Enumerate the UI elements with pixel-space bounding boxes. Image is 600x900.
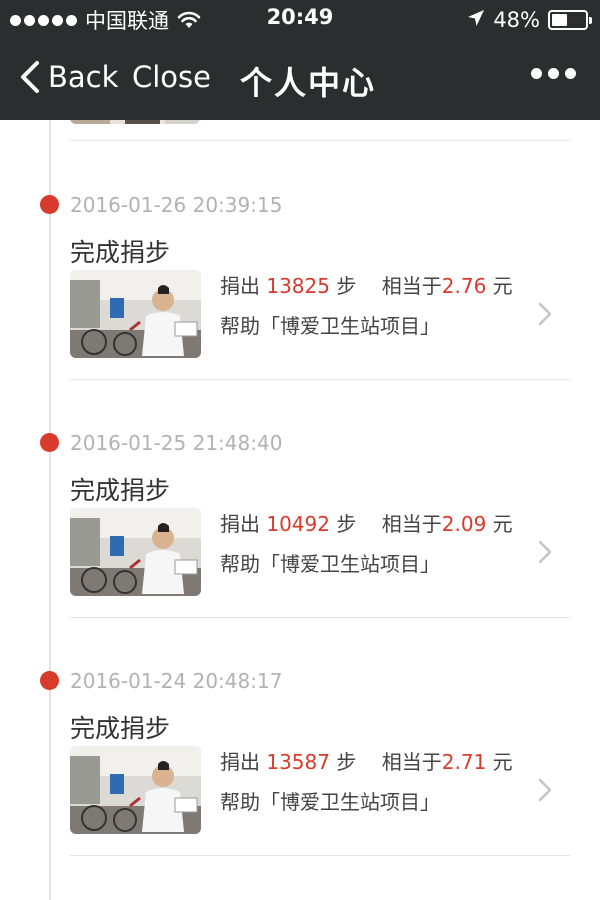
signal-dots-icon <box>10 14 77 26</box>
project-thumbnail <box>70 270 201 358</box>
steps-count: 10492 <box>266 512 330 536</box>
steps-count: 13587 <box>266 750 330 774</box>
amount-unit: 元 <box>486 512 513 536</box>
page-title: 个人中心 <box>240 64 377 102</box>
amount-value: 2.09 <box>441 512 487 536</box>
timeline-list[interactable]: 2016-01-26 20:39:15 完成捐步 捐出 13825 步 相当于2… <box>0 120 600 900</box>
status-bar: 中国联通 20:49 48% <box>0 0 600 40</box>
entry-title: 完成捐步 <box>70 238 171 267</box>
equivalent-prefix: 相当于 <box>381 274 442 298</box>
battery-fill <box>552 14 567 26</box>
chevron-right-icon <box>538 778 552 802</box>
donation-summary: 捐出 10492 步 相当于2.09 元 <box>220 508 513 537</box>
amount-unit: 元 <box>486 750 513 774</box>
location-arrow-icon <box>467 9 485 31</box>
project-thumbnail <box>70 508 201 596</box>
help-project-text: 帮助「博爱卫生站项目」 <box>220 314 440 338</box>
entry-date: 2016-01-24 20:48:17 <box>70 669 283 693</box>
project-thumbnail <box>70 746 201 834</box>
timeline-dot <box>40 671 59 690</box>
steps-unit: 步 <box>329 750 357 774</box>
donation-entry: 2016-01-24 20:48:17 完成捐步 捐出 13587 步 相当于2… <box>0 596 600 834</box>
divider <box>70 855 570 856</box>
entry-date: 2016-01-26 20:39:15 <box>70 193 283 217</box>
equivalent-prefix: 相当于 <box>381 750 442 774</box>
donate-prefix: 捐出 <box>220 750 267 774</box>
more-dots-icon[interactable] <box>531 68 576 79</box>
donation-card[interactable]: 捐出 13825 步 相当于2.76 元 帮助「博爱卫生站项目」 <box>70 270 570 358</box>
amount-value: 2.76 <box>441 274 487 298</box>
amount-value: 2.71 <box>441 750 487 774</box>
steps-unit: 步 <box>329 274 357 298</box>
chevron-right-icon <box>538 540 552 564</box>
chevron-right-icon <box>538 302 552 326</box>
donate-prefix: 捐出 <box>220 274 267 298</box>
battery-icon <box>548 10 592 30</box>
entry-title: 完成捐步 <box>70 714 171 743</box>
timeline-dot <box>40 195 59 214</box>
help-project-text: 帮助「博爱卫生站项目」 <box>220 790 440 814</box>
donation-card[interactable]: 捐出 10492 步 相当于2.09 元 帮助「博爱卫生站项目」 <box>70 508 570 596</box>
status-right: 48% <box>467 6 592 34</box>
close-button[interactable]: Close <box>132 60 211 94</box>
entry-date: 2016-01-25 21:48:40 <box>70 431 283 455</box>
steps-count: 13825 <box>266 274 330 298</box>
amount-unit: 元 <box>486 274 513 298</box>
donation-summary: 捐出 13587 步 相当于2.71 元 <box>220 746 513 775</box>
help-project-text: 帮助「博爱卫生站项目」 <box>220 552 440 576</box>
back-label: Back <box>48 60 119 94</box>
wifi-icon <box>177 10 201 30</box>
equivalent-prefix: 相当于 <box>381 512 442 536</box>
donation-entry: 2016-01-26 20:39:15 完成捐步 捐出 13825 步 相当于2… <box>0 120 600 358</box>
chevron-left-icon <box>21 61 39 93</box>
timeline-dot <box>40 433 59 452</box>
donation-entry: 2016-01-25 21:48:40 完成捐步 捐出 10492 步 相当于2… <box>0 358 600 596</box>
carrier-name: 中国联通 <box>85 9 169 33</box>
back-button[interactable]: Back <box>18 60 118 94</box>
donate-prefix: 捐出 <box>220 512 267 536</box>
steps-unit: 步 <box>329 512 357 536</box>
donation-summary: 捐出 13825 步 相当于2.76 元 <box>220 270 513 299</box>
donation-card[interactable]: 捐出 13587 步 相当于2.71 元 帮助「博爱卫生站项目」 <box>70 746 570 834</box>
nav-bar: Back Close 个人中心 <box>0 40 600 120</box>
battery-percent: 48% <box>493 8 540 32</box>
status-left: 中国联通 <box>10 6 201 34</box>
entry-title: 完成捐步 <box>70 476 171 505</box>
